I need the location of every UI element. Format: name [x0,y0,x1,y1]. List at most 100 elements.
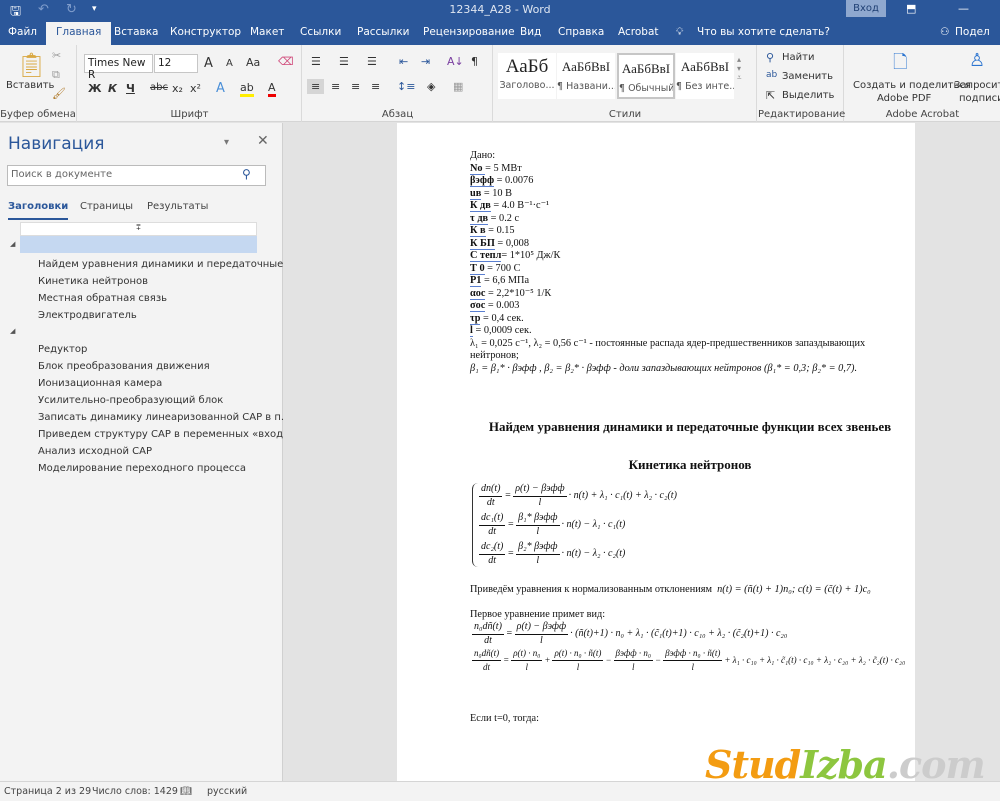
find-button[interactable]: Найти [782,52,814,63]
paste-button[interactable]: Вставить [6,80,54,91]
tab-review[interactable]: Рецензирование [423,26,515,38]
collapse-icon[interactable]: ◢ [10,327,15,335]
parameter-row: С тепл= 1*10⁵ Дж/К [470,250,910,263]
styles-scroll-icon[interactable]: ▴ ▾ ⩡ [737,55,742,83]
bold-button[interactable]: Ж [88,82,101,95]
nav-item[interactable]: Электродвигатель [38,310,137,321]
nav-item[interactable]: Местная обратная связь [38,293,167,304]
text-effects-icon[interactable]: A [216,81,225,96]
style-heading[interactable]: АаБб Заголово... [498,53,556,99]
denominator: l [691,661,694,672]
nav-item[interactable]: Найдем уравнения динамики и передаточные… [38,259,293,270]
scroll-to-top-button[interactable]: ⩱ [20,222,257,236]
fraction: βэфф · n₀ · ñ(t) l [663,647,723,673]
nav-options-icon[interactable]: ▾ [224,137,229,148]
increase-indent-icon[interactable]: ⇥ [421,55,430,68]
request-signature-button-line2[interactable]: подписи [959,93,1000,104]
borders-icon[interactable]: ▦ [453,80,463,93]
request-signature-button[interactable]: Запросить [954,80,1000,91]
close-icon[interactable]: ✕ [257,133,269,149]
tab-view[interactable]: Вид [520,26,541,38]
fraction: ρ(t) − βэфф l [514,621,569,647]
clear-formatting-icon[interactable]: ⌫ [278,55,294,68]
word-count[interactable]: Число слов: 1429 [92,786,178,797]
replace-button[interactable]: Заменить [782,71,833,82]
select-button[interactable]: Выделить [782,90,834,101]
tab-mailings[interactable]: Рассылки [357,26,409,38]
font-color-icon[interactable]: A [268,81,276,97]
language[interactable]: русский [207,786,247,797]
nav-item[interactable]: Ионизационная камера [38,378,162,389]
tab-home[interactable]: Главная [46,22,112,45]
sort-icon[interactable]: A↓ [447,55,464,68]
parameter-key: σос [470,300,486,312]
style-title[interactable]: АаБбВвI ¶ Названи... [557,53,615,99]
tab-pages[interactable]: Страницы [80,201,133,212]
page-count[interactable]: Страница 2 из 29 [4,786,91,797]
subscript-button[interactable]: x₂ [172,82,183,95]
sign-in-button[interactable]: Вход [846,0,886,17]
proofing-icon[interactable]: 📖︎ [180,786,192,797]
italic-button[interactable]: К [108,82,117,95]
cut-icon[interactable]: ✂ [52,49,61,62]
grow-font-button[interactable]: A [204,56,213,71]
superscript-button[interactable]: x² [190,82,201,95]
style-no-spacing[interactable]: АаБбВвI ¶ Без инте... [676,53,734,99]
nav-item-selected[interactable] [20,236,257,253]
tab-help[interactable]: Справка [558,26,604,38]
change-case-button[interactable]: Aa [246,56,260,69]
collapse-icon[interactable]: ◢ [10,240,15,248]
style-normal[interactable]: АаБбВвI ¶ Обычный [617,53,675,99]
tab-acrobat[interactable]: Acrobat [618,26,659,38]
highlight-icon[interactable]: ab [240,81,254,97]
minimize-icon[interactable]: — [958,2,969,15]
decrease-indent-icon[interactable]: ⇤ [399,55,408,68]
nav-item[interactable]: Приведем структуру САР в переменных «вхо… [38,429,293,440]
numbering-icon[interactable]: ☰ [339,55,349,68]
tab-headings[interactable]: Заголовки [8,201,69,220]
align-right-icon[interactable]: ≡ [351,80,360,93]
nav-item[interactable]: Записать динамику линеаризованной САР в … [38,412,290,423]
bullets-icon[interactable]: ☰ [311,55,321,68]
parameter-value: = 6,6 МПа [481,275,530,286]
format-painter-icon[interactable]: 🖌︎ [52,87,66,100]
show-formatting-button[interactable]: ¶ [471,55,478,68]
tell-me-input[interactable]: Что вы хотите сделать? [697,26,830,38]
copy-icon[interactable]: ⧉ [52,68,60,82]
fraction: n₀dñ(t) dt [472,647,502,673]
parameter-row: К дв = 4.0 В⁻¹·с⁻¹ [470,200,910,213]
parameter-value: = 700 С [484,262,521,274]
paste-icon[interactable]: 📋︎ [16,51,46,79]
search-input[interactable]: Поиск в документе [7,165,266,186]
search-icon[interactable]: ⚲ [242,167,251,181]
font-name-select[interactable]: Times New R [84,54,153,81]
nav-item[interactable]: Анализ исходной САР [38,446,152,457]
justify-icon[interactable]: ≡ [371,80,380,93]
nav-item[interactable]: Моделирование переходного процесса [38,463,246,474]
underline-button[interactable]: Ч [126,82,135,95]
nav-item[interactable]: Кинетика нейтронов [38,276,148,287]
nav-item[interactable]: Усилительно-преобразующий блок [38,395,223,406]
parameter-row: αос = 2,2*10⁻⁵ 1/К [470,287,910,301]
shrink-font-button[interactable]: A [226,58,233,69]
create-pdf-button-line2[interactable]: Adobe PDF [877,93,931,104]
tab-file[interactable]: Файл [8,26,37,38]
nav-item[interactable]: Блок преобразования движения [38,361,210,372]
tab-layout[interactable]: Макет [250,26,284,38]
style-name: ¶ Названи... [557,81,615,92]
multilevel-list-icon[interactable]: ☰ [367,55,377,68]
ribbon-display-icon[interactable]: ⬒ [906,2,916,15]
tab-design[interactable]: Конструктор [170,26,241,38]
font-size-select[interactable]: 12 [154,54,198,73]
tab-insert[interactable]: Вставка [114,26,159,38]
align-left-icon[interactable]: ≡ [307,79,325,94]
line-spacing-icon[interactable]: ↕≡ [397,80,415,93]
document-content[interactable]: Дано: No = 5 МВт βэфф = 0.0076 uв = 10 ВК … [470,150,910,726]
tab-results[interactable]: Результаты [147,201,208,212]
shading-icon[interactable]: ◈ [427,80,435,93]
share-button[interactable]: Подел [955,26,990,38]
tab-references[interactable]: Ссылки [300,26,341,38]
align-center-icon[interactable]: ≡ [331,80,340,93]
strikethrough-button[interactable]: abc [150,82,168,93]
nav-item[interactable]: Редуктор [38,344,87,355]
